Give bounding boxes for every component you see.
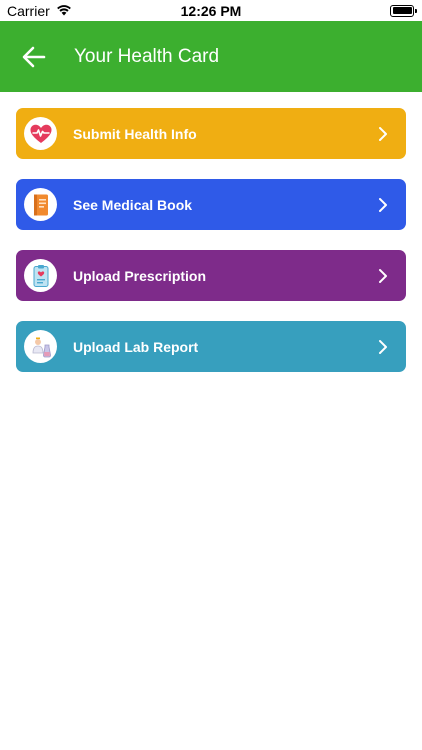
clipboard-icon — [24, 259, 57, 292]
upload-lab-report-button[interactable]: Upload Lab Report — [16, 321, 406, 372]
page-title: Your Health Card — [74, 45, 220, 67]
status-time: 12:26 PM — [180, 2, 242, 19]
submit-health-info-label: Submit Health Info — [73, 125, 197, 142]
see-medical-book-button[interactable]: See Medical Book — [16, 179, 406, 230]
chevron-right-icon — [376, 125, 390, 143]
upload-prescription-button[interactable]: Upload Prescription — [16, 250, 406, 301]
battery-icon — [390, 4, 417, 17]
arrow-left-icon — [22, 46, 46, 67]
upload-prescription-label: Upload Prescription — [73, 267, 207, 284]
see-medical-book-label: See Medical Book — [73, 196, 193, 213]
app-bar: Your Health Card — [0, 21, 422, 92]
chevron-right-icon — [376, 267, 390, 285]
heart-pulse-icon — [24, 117, 57, 150]
upload-lab-report-label: Upload Lab Report — [73, 338, 199, 355]
lab-flask-icon — [24, 330, 57, 363]
submit-health-info-button[interactable]: Submit Health Info — [16, 108, 406, 159]
book-icon — [24, 188, 57, 221]
chevron-right-icon — [376, 338, 390, 356]
chevron-right-icon — [376, 196, 390, 214]
menu-list: Submit Health Info See Medical Book Uplo… — [16, 108, 406, 392]
status-bar: Carrier 12:26 PM — [0, 0, 422, 21]
back-button[interactable] — [12, 35, 56, 79]
